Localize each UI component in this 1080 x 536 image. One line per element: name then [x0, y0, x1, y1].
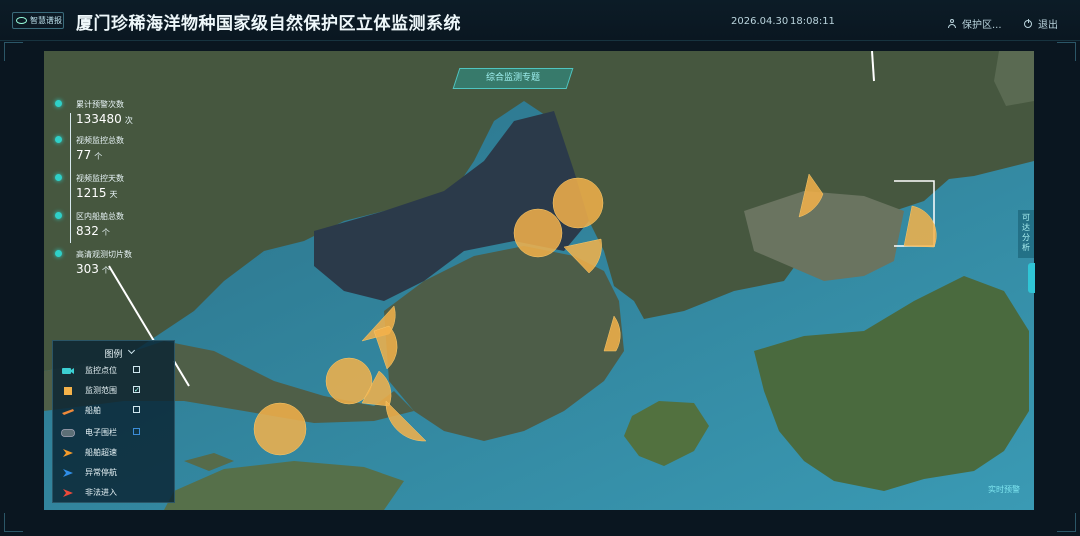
fence-icon [61, 429, 75, 437]
legend-checkbox[interactable]: ✓ [133, 386, 140, 394]
stat-dot-icon [55, 136, 62, 143]
stat-value: 832 个 [76, 224, 110, 238]
arrow-red-icon [63, 489, 73, 497]
stat-number: 133480 [76, 112, 122, 126]
frame-corner [4, 42, 23, 61]
satellite-map[interactable]: 综合监测专题 [44, 51, 1034, 510]
stat-label: 视频监控天数 [76, 174, 124, 183]
legend-label: 非法进入 [85, 488, 117, 497]
user-menu[interactable]: 保护区... [948, 16, 1002, 31]
header-divider [0, 40, 1080, 41]
frame-corner [1057, 42, 1076, 61]
stat-unit: 个 [101, 266, 110, 275]
legend-item-ship[interactable]: 船舶 [61, 404, 173, 418]
header-date: 2026.04.30 [731, 16, 789, 27]
page-title: 厦门珍稀海洋物种国家级自然保护区立体监测系统 [76, 14, 461, 34]
user-icon [948, 19, 956, 28]
range-icon [64, 387, 72, 395]
arrow-blue-icon [63, 469, 73, 477]
stat-dot-icon [55, 212, 62, 219]
ship-icon [62, 409, 74, 415]
legend-checkbox[interactable] [133, 428, 140, 435]
legend-item-abnormal-stop[interactable]: 异常停航 [61, 466, 173, 480]
legend-checkbox[interactable] [133, 366, 140, 373]
legend-label: 船舶超速 [85, 448, 117, 457]
side-panel-label: 可达分析 [1022, 213, 1030, 252]
range-sector[interactable] [552, 177, 604, 229]
user-label: 保护区... [962, 20, 1002, 31]
legend-header[interactable]: 图例 [53, 347, 174, 360]
stat-value: 133480 次 [76, 112, 133, 126]
legend-label: 监控点位 [85, 366, 117, 375]
stat-unit: 个 [101, 228, 110, 237]
legend-label: 电子围栏 [85, 428, 117, 437]
tab-label: 综合监测专题 [485, 73, 540, 83]
logout-label: 退出 [1038, 20, 1058, 31]
stat-dot-icon [55, 250, 62, 257]
logo-mark-icon [16, 17, 27, 24]
reachability-analysis-button[interactable]: 可达分析 [1018, 210, 1034, 258]
app-header: 智慧谱报 厦门珍稀海洋物种国家级自然保护区立体监测系统 2026.04.30 1… [0, 0, 1080, 46]
stat-number: 303 [76, 262, 99, 276]
realtime-label: 实时预警 [988, 485, 1020, 494]
stat-label: 高清观测切片数 [76, 250, 132, 259]
stat-value: 77 个 [76, 148, 102, 162]
arrow-orange-icon [63, 449, 73, 457]
stat-label: 视频监控总数 [76, 136, 124, 145]
legend-checkbox[interactable] [133, 406, 140, 413]
legend-label: 异常停航 [85, 468, 117, 477]
tab-comprehensive-monitoring[interactable]: 综合监测专题 [452, 68, 574, 89]
header-time: 18:08:11 [790, 16, 835, 27]
logo-text: 智慧谱报 [30, 16, 62, 25]
stat-dot-icon [55, 100, 62, 107]
stat-unit: 次 [124, 116, 133, 125]
frame-corner [1057, 513, 1076, 532]
stat-number: 1215 [76, 186, 107, 200]
legend-item-overspeed[interactable]: 船舶超速 [61, 446, 173, 460]
frame-corner [4, 513, 23, 532]
app-logo[interactable]: 智慧谱报 [12, 12, 64, 29]
legend-item-illegal-entry[interactable]: 非法进入 [61, 486, 173, 500]
stat-label: 区内船舶总数 [76, 212, 124, 221]
map-legend: 图例 监控点位 监测范围 ✓ 船舶 电子围栏 船舶超速 异常停航 非法进入 [52, 340, 175, 503]
stat-label: 累计预警次数 [76, 100, 124, 109]
stat-unit: 个 [94, 152, 103, 161]
range-sector[interactable] [513, 208, 563, 258]
stat-value: 1215 天 [76, 186, 118, 200]
stat-number: 832 [76, 224, 99, 238]
legend-item-monitor-range[interactable]: 监测范围 ✓ [61, 384, 173, 398]
power-icon [1024, 18, 1032, 28]
realtime-alert-button[interactable]: 实时预警 [988, 484, 1020, 495]
logout-button[interactable]: 退出 [1024, 16, 1058, 31]
legend-label: 船舶 [85, 406, 101, 415]
stat-unit: 天 [109, 190, 118, 199]
stats-connector-line [70, 113, 71, 243]
stat-number: 77 [76, 148, 92, 162]
stat-value: 303 个 [76, 262, 110, 276]
stat-dot-icon [55, 174, 62, 181]
camera-icon [62, 368, 74, 374]
panel-toggle-handle[interactable] [1028, 263, 1035, 293]
range-sector[interactable] [253, 402, 307, 456]
legend-label: 监测范围 [85, 386, 117, 395]
legend-item-monitor-point[interactable]: 监控点位 [61, 364, 173, 378]
map-canvas [44, 51, 1034, 510]
legend-title: 图例 [104, 350, 123, 360]
legend-item-fence[interactable]: 电子围栏 [61, 426, 173, 440]
